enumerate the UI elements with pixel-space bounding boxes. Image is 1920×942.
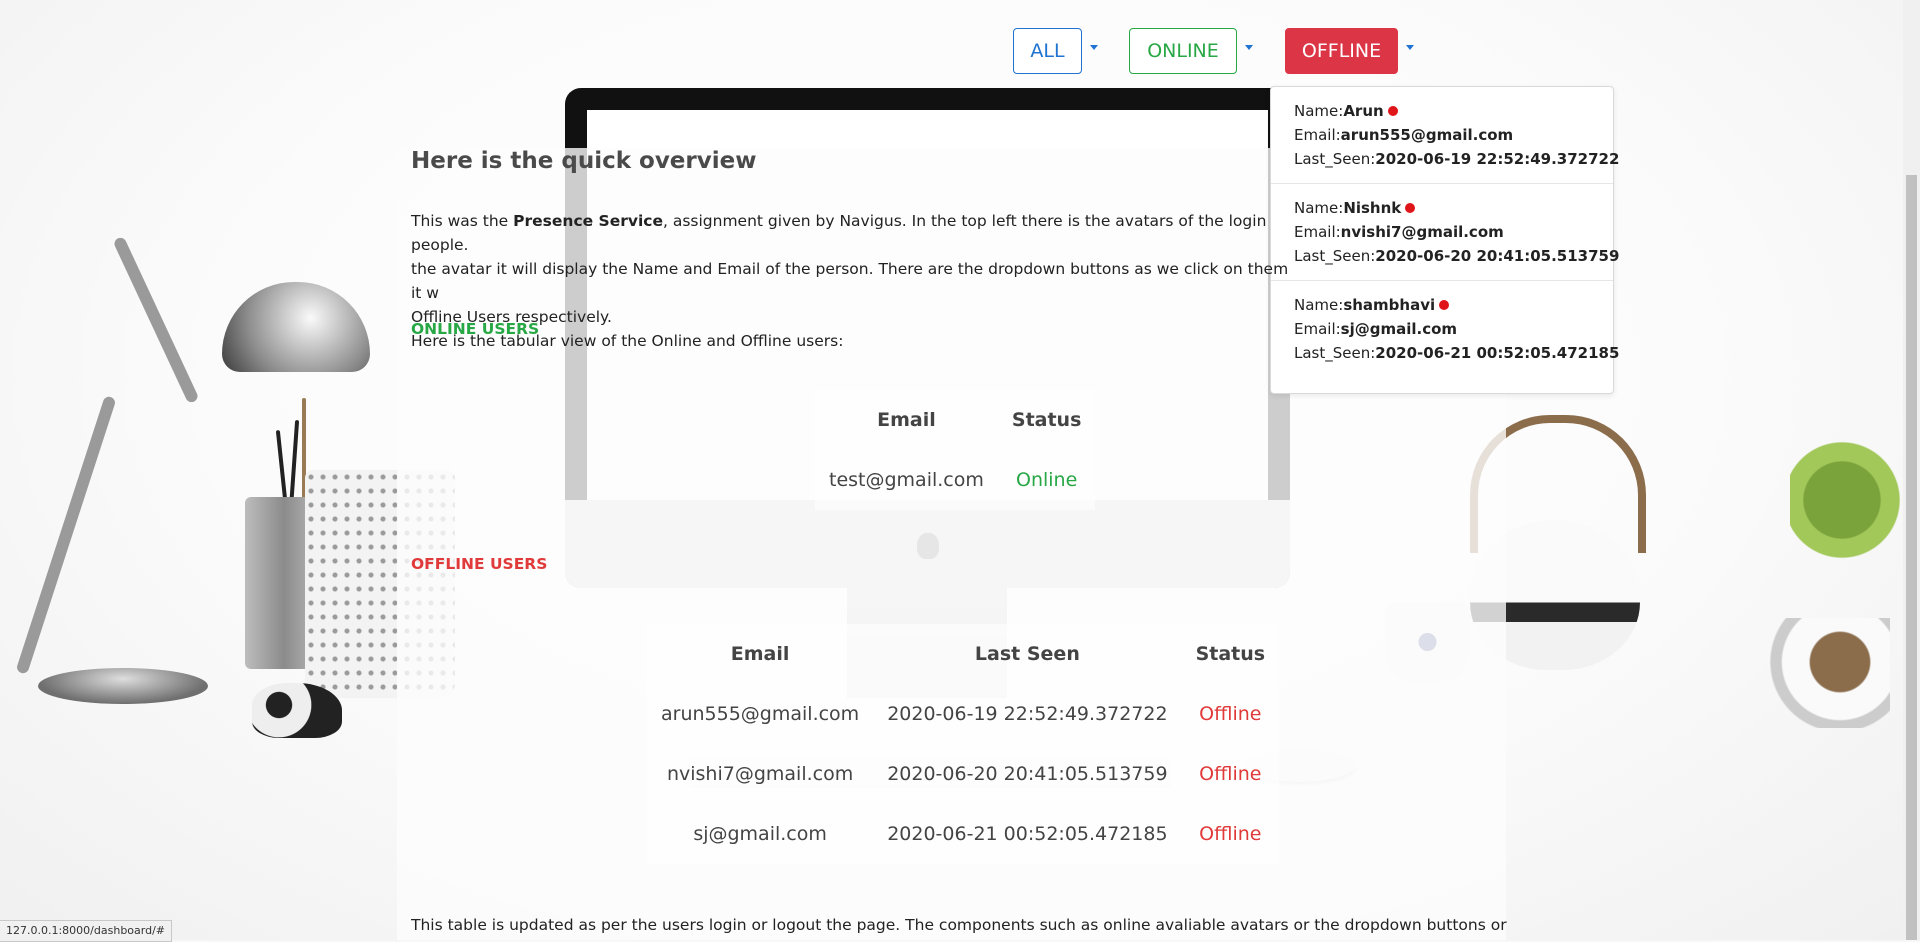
email-label: Email: (1294, 320, 1341, 338)
overview-paragraph: This was the Presence Service, assignmen… (411, 209, 1301, 353)
page-title: Here is the quick overview (411, 148, 757, 174)
dropdown-item[interactable]: Name:Nishnk Email:nvishi7@gmail.com Last… (1271, 184, 1619, 281)
user-name: shambhavi (1343, 296, 1436, 314)
name-label: Name: (1294, 199, 1344, 217)
panda-figurine (252, 683, 342, 738)
email-label: Email: (1294, 223, 1341, 241)
offline-users-table: Email Last Seen Status arun555@gmail.com… (647, 624, 1280, 864)
overview-line-4: Here is the tabular view of the Online a… (411, 332, 844, 350)
online-users-heading: ONLINE USERS (411, 320, 540, 338)
caret-down-icon[interactable] (1090, 45, 1098, 50)
user-name: Arun (1343, 102, 1384, 120)
status-cell: Offline (1199, 703, 1262, 725)
status-cell: Offline (1199, 763, 1262, 785)
email-cell: arun555@gmail.com (661, 703, 860, 725)
last-seen-cell: 2020-06-21 00:52:05.472185 (887, 823, 1168, 845)
name-label: Name: (1294, 102, 1344, 120)
user-last-seen-line: Last_Seen:2020-06-19 22:52:49.372722 (1294, 147, 1619, 171)
lamp-base (38, 668, 208, 704)
email-cell: sj@gmail.com (693, 823, 827, 845)
column-header-status: Status (1195, 643, 1266, 665)
table-row: sj@gmail.com 2020-06-21 00:52:05.472185 … (647, 804, 1279, 864)
overview-line-3: Offline Users respectively. (411, 308, 612, 326)
table-header-row: Email Status (815, 390, 1095, 450)
vertical-scrollbar[interactable] (1903, 0, 1920, 940)
user-last-seen: 2020-06-21 00:52:05.472185 (1375, 344, 1620, 362)
user-name-line: Name:Nishnk (1294, 196, 1590, 220)
email-cell: nvishi7@gmail.com (666, 763, 854, 785)
overview-text: This was the (411, 212, 514, 230)
online-dropdown-button[interactable]: ONLINE (1129, 28, 1237, 74)
caret-down-icon[interactable] (1245, 45, 1253, 50)
scrollbar-thumb[interactable] (1906, 175, 1917, 940)
overview-line-1: This was the Presence Service, assignmen… (411, 209, 1301, 257)
user-email-line: Email:nvishi7@gmail.com (1294, 220, 1590, 244)
dropdown-item[interactable]: Name:Arun Email:arun555@gmail.com Last_S… (1271, 87, 1619, 184)
status-cell: Online (1016, 469, 1078, 491)
last-seen-cell: 2020-06-19 22:52:49.372722 (887, 703, 1168, 725)
offline-dropdown-button[interactable]: OFFLINE (1285, 28, 1398, 74)
column-header-status: Status (1011, 409, 1082, 431)
online-users-table: Email Status test@gmail.com Online (815, 390, 1096, 510)
user-email-line: Email:sj@gmail.com (1294, 317, 1590, 341)
user-name: Nishnk (1343, 199, 1402, 217)
table-header-row: Email Last Seen Status (647, 624, 1279, 684)
footer-paragraph: This table is updated as per the users l… (411, 916, 1511, 934)
browser-status-url: 127.0.0.1:8000/dashboard/# (0, 920, 173, 942)
dropdown-item[interactable]: Name:shambhavi Email:sj@gmail.com Last_S… (1271, 281, 1619, 377)
red-dot-icon (1439, 299, 1450, 310)
user-email-line: Email:arun555@gmail.com (1294, 123, 1590, 147)
presence-service-text: Presence Service (513, 212, 663, 230)
last-seen-label: Last_Seen: (1294, 247, 1376, 265)
user-email: arun555@gmail.com (1340, 126, 1514, 144)
last-seen-label: Last_Seen: (1294, 344, 1376, 362)
table-row: nvishi7@gmail.com 2020-06-20 20:41:05.51… (647, 744, 1279, 804)
last-seen-label: Last_Seen: (1294, 150, 1376, 168)
user-last-seen-line: Last_Seen:2020-06-20 20:41:05.513759 (1294, 244, 1619, 268)
column-header-email: Email (730, 643, 790, 665)
last-seen-cell: 2020-06-20 20:41:05.513759 (887, 763, 1168, 785)
offline-dropdown-menu: Name:Arun Email:arun555@gmail.com Last_S… (1270, 86, 1619, 394)
user-name-line: Name:Arun (1294, 99, 1590, 123)
table-row: test@gmail.com Online (815, 450, 1095, 510)
status-cell: Offline (1199, 823, 1262, 845)
overview-line-2: the avatar it will display the Name and … (411, 260, 1289, 302)
red-dot-icon (1405, 202, 1416, 213)
offline-users-heading: OFFLINE USERS (411, 555, 548, 573)
name-label: Name: (1294, 296, 1344, 314)
table-row: arun555@gmail.com 2020-06-19 22:52:49.37… (647, 684, 1279, 744)
plant (1790, 400, 1920, 600)
red-dot-icon (1387, 105, 1398, 116)
user-last-seen-line: Last_Seen:2020-06-21 00:52:05.472185 (1294, 341, 1619, 365)
headphones (1690, 618, 1890, 728)
email-label: Email: (1294, 126, 1341, 144)
all-dropdown-button[interactable]: ALL (1013, 28, 1082, 74)
column-header-last-seen: Last Seen (974, 643, 1080, 665)
user-last-seen: 2020-06-20 20:41:05.513759 (1375, 247, 1620, 265)
email-cell: test@gmail.com (829, 469, 984, 491)
user-name-line: Name:shambhavi (1294, 293, 1590, 317)
user-last-seen: 2020-06-19 22:52:49.372722 (1375, 150, 1620, 168)
user-email: nvishi7@gmail.com (1340, 223, 1504, 241)
caret-down-icon[interactable] (1406, 45, 1414, 50)
user-email: sj@gmail.com (1340, 320, 1458, 338)
column-header-email: Email (877, 409, 936, 431)
